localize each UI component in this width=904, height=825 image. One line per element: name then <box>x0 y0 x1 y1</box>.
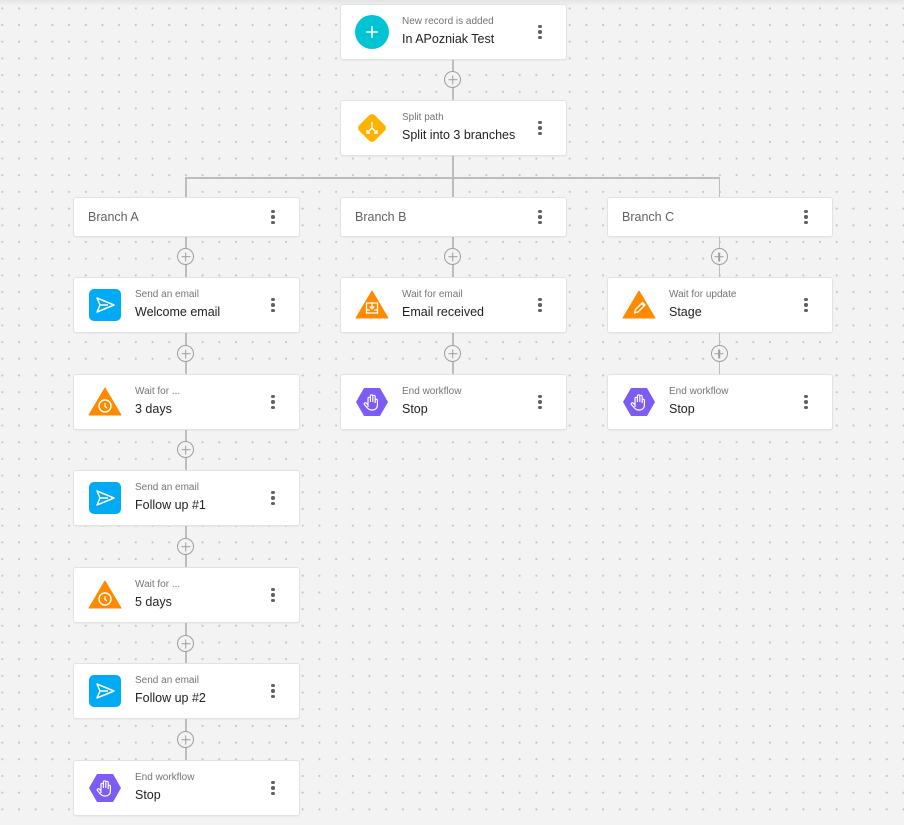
step-title: Follow up #1 <box>135 498 206 512</box>
step-subtitle: Wait for ... <box>135 386 181 397</box>
plus-icon <box>355 15 389 49</box>
add-step-button[interactable] <box>177 538 194 555</box>
split-subtitle: Split path <box>402 112 444 123</box>
add-step-button[interactable] <box>444 248 461 265</box>
step-title: Stop <box>669 402 695 416</box>
trigger-subtitle: New record is added <box>402 16 494 27</box>
more-options-icon[interactable] <box>800 208 812 226</box>
clock-icon <box>88 578 122 612</box>
add-step-button[interactable] <box>177 248 194 265</box>
step-title: Welcome email <box>135 305 221 319</box>
step-subtitle: Send an email <box>135 289 199 300</box>
step-title: 3 days <box>135 402 172 416</box>
more-options-icon[interactable] <box>800 393 812 411</box>
step-card[interactable]: End workflow Stop <box>340 374 567 430</box>
add-step-button[interactable] <box>177 441 194 458</box>
more-options-icon[interactable] <box>534 119 546 137</box>
connector-branch-bar <box>185 177 720 179</box>
step-title: Email received <box>402 305 484 319</box>
add-step-button[interactable] <box>444 345 461 362</box>
connector-branch-a-drop <box>185 177 187 197</box>
inbox-download-icon <box>355 288 389 322</box>
trigger-card[interactable]: New record is added In APozniak Test <box>340 4 567 60</box>
step-card[interactable]: End workflow Stop <box>73 760 300 816</box>
connector-branch-c-drop <box>718 177 720 197</box>
send-icon <box>88 674 122 708</box>
step-title: Stage <box>669 305 702 319</box>
pencil-icon <box>622 288 656 322</box>
branch-b-header[interactable]: Branch B <box>340 197 567 237</box>
add-step-button[interactable] <box>710 248 728 265</box>
add-step-button[interactable] <box>177 731 194 748</box>
add-step-button[interactable] <box>177 345 194 362</box>
step-title: 5 days <box>135 595 172 609</box>
more-options-icon[interactable] <box>267 779 279 797</box>
more-options-icon[interactable] <box>267 682 279 700</box>
hand-stop-icon <box>88 771 122 805</box>
more-options-icon[interactable] <box>800 296 812 314</box>
add-step-button[interactable] <box>710 345 728 362</box>
step-card[interactable]: Wait for ... 3 days <box>73 374 300 430</box>
branch-label: Branch B <box>355 210 407 224</box>
step-subtitle: Wait for email <box>402 289 463 300</box>
step-title: Follow up #2 <box>135 691 206 705</box>
step-card[interactable]: Wait for ... 5 days <box>73 567 300 623</box>
add-step-button[interactable] <box>177 635 194 652</box>
step-card[interactable]: Wait for email Email received <box>340 277 567 333</box>
step-card[interactable]: Send an email Follow up #2 <box>73 663 300 719</box>
step-title: Stop <box>135 788 161 802</box>
branch-label: Branch C <box>622 210 675 224</box>
branch-label: Branch A <box>88 210 139 224</box>
step-card[interactable]: End workflow Stop <box>607 374 833 430</box>
split-card[interactable]: Split path Split into 3 branches <box>340 100 567 156</box>
step-card[interactable]: Send an email Welcome email <box>73 277 300 333</box>
send-icon <box>88 481 122 515</box>
step-subtitle: End workflow <box>402 386 462 397</box>
hand-stop-icon <box>355 385 389 419</box>
clock-icon <box>88 385 122 419</box>
step-subtitle: Wait for ... <box>135 579 181 590</box>
more-options-icon[interactable] <box>267 296 279 314</box>
more-options-icon[interactable] <box>534 296 546 314</box>
step-subtitle: End workflow <box>135 772 195 783</box>
branch-a-header[interactable]: Branch A <box>73 197 300 237</box>
send-icon <box>88 288 122 322</box>
more-options-icon[interactable] <box>267 393 279 411</box>
step-card[interactable]: Wait for update Stage <box>607 277 833 333</box>
step-subtitle: End workflow <box>669 386 729 397</box>
split-icon <box>355 111 389 145</box>
step-subtitle: Send an email <box>135 482 199 493</box>
more-options-icon[interactable] <box>534 393 546 411</box>
trigger-title: In APozniak Test <box>402 32 495 46</box>
split-title: Split into 3 branches <box>402 128 516 142</box>
more-options-icon[interactable] <box>267 208 279 226</box>
step-card[interactable]: Send an email Follow up #1 <box>73 470 300 526</box>
step-subtitle: Wait for update <box>669 289 737 300</box>
add-step-button[interactable] <box>444 71 461 88</box>
branch-c-header[interactable]: Branch C <box>607 197 833 237</box>
more-options-icon[interactable] <box>534 23 546 41</box>
more-options-icon[interactable] <box>267 586 279 604</box>
more-options-icon[interactable] <box>267 489 279 507</box>
step-subtitle: Send an email <box>135 675 199 686</box>
more-options-icon[interactable] <box>534 208 546 226</box>
hand-stop-icon <box>622 385 656 419</box>
step-title: Stop <box>402 402 428 416</box>
